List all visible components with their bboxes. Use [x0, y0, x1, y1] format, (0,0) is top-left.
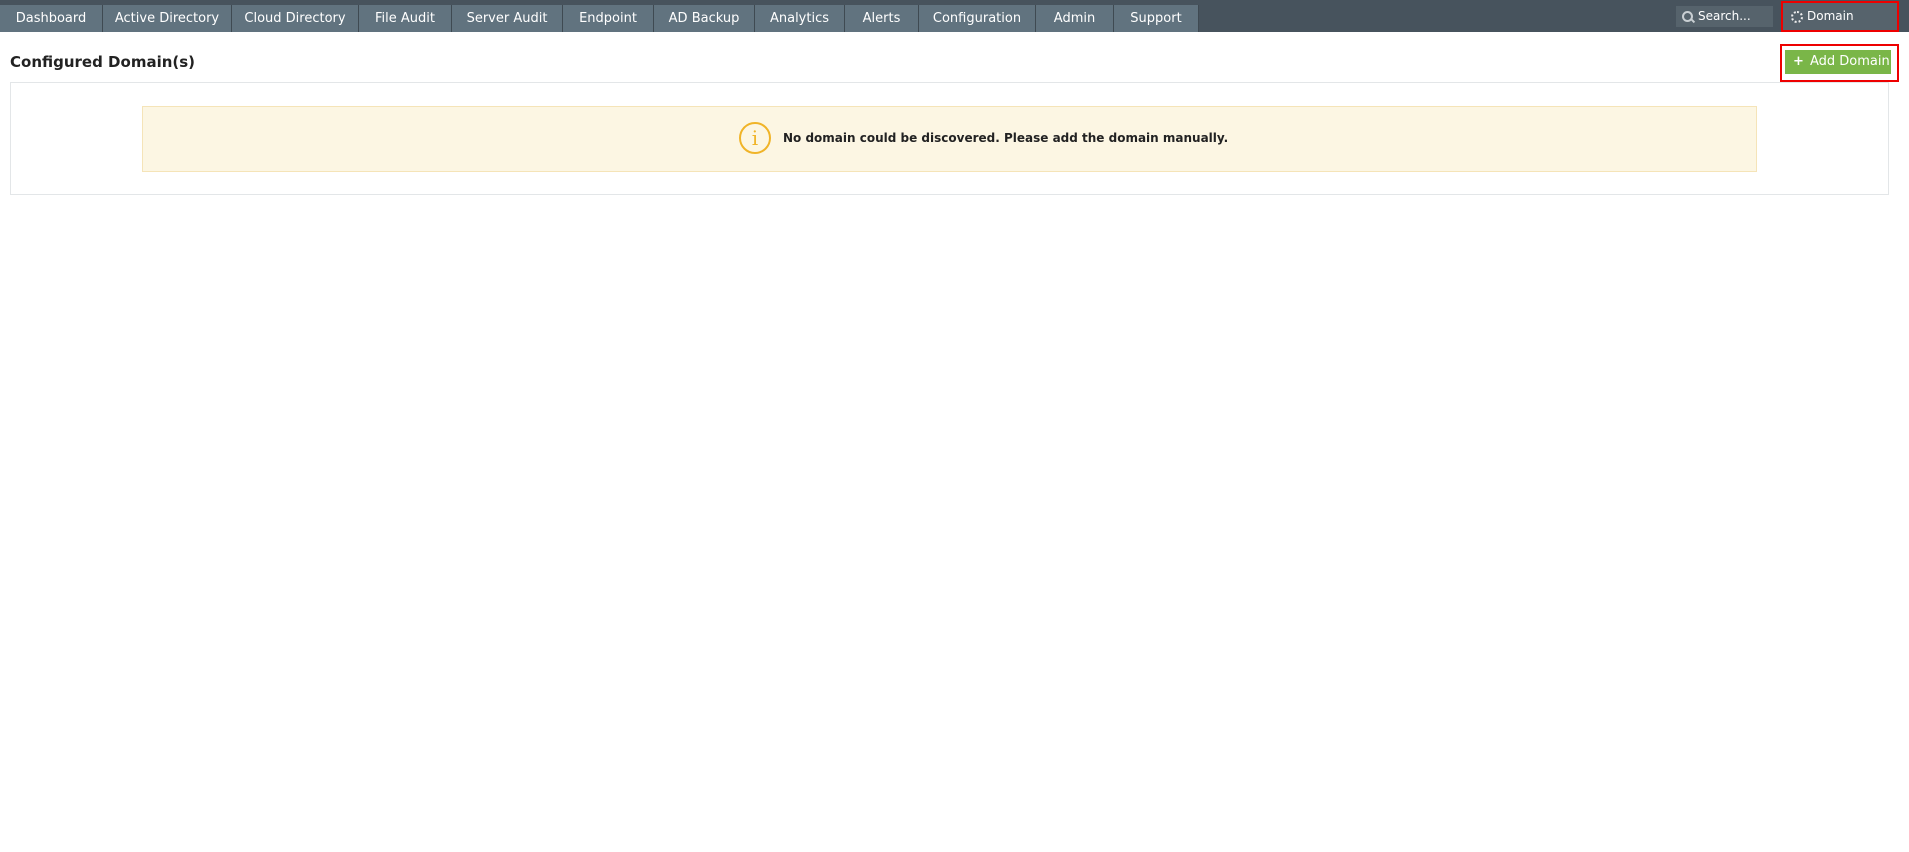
- tab-configuration[interactable]: Configuration: [919, 5, 1036, 32]
- tab-alerts[interactable]: Alerts: [845, 5, 919, 32]
- tab-admin[interactable]: Admin: [1036, 5, 1114, 32]
- tab-support[interactable]: Support: [1114, 5, 1199, 32]
- add-domain-button[interactable]: + Add Domain: [1785, 50, 1891, 74]
- top-nav: Dashboard Active Directory Cloud Directo…: [0, 0, 1909, 50]
- tab-file-audit[interactable]: File Audit: [359, 5, 452, 32]
- tab-endpoint[interactable]: Endpoint: [563, 5, 654, 32]
- alert-message: No domain could be discovered. Please ad…: [783, 131, 1229, 145]
- domain-settings-button[interactable]: Domain Settings: [1781, 1, 1899, 50]
- add-domain-label: Add Domain: [1810, 54, 1890, 69]
- tab-analytics[interactable]: Analytics: [755, 5, 845, 32]
- tab-active-directory[interactable]: Active Directory: [103, 5, 232, 32]
- search-input[interactable]: Search...: [1676, 6, 1773, 27]
- search-placeholder: Search...: [1698, 9, 1751, 23]
- info-alert: i No domain could be discovered. Please …: [142, 106, 1757, 172]
- tab-cloud-directory[interactable]: Cloud Directory: [232, 5, 359, 32]
- gear-icon: [1791, 11, 1803, 23]
- tab-ad-backup[interactable]: AD Backup: [654, 5, 755, 32]
- page-title: Configured Domain(s): [10, 53, 196, 71]
- tab-server-audit[interactable]: Server Audit: [452, 5, 563, 32]
- add-domain-highlight: + Add Domain: [1780, 44, 1899, 82]
- plus-icon: +: [1793, 54, 1804, 69]
- info-icon: i: [739, 122, 771, 154]
- search-icon: [1682, 11, 1693, 22]
- tab-dashboard[interactable]: Dashboard: [0, 5, 103, 32]
